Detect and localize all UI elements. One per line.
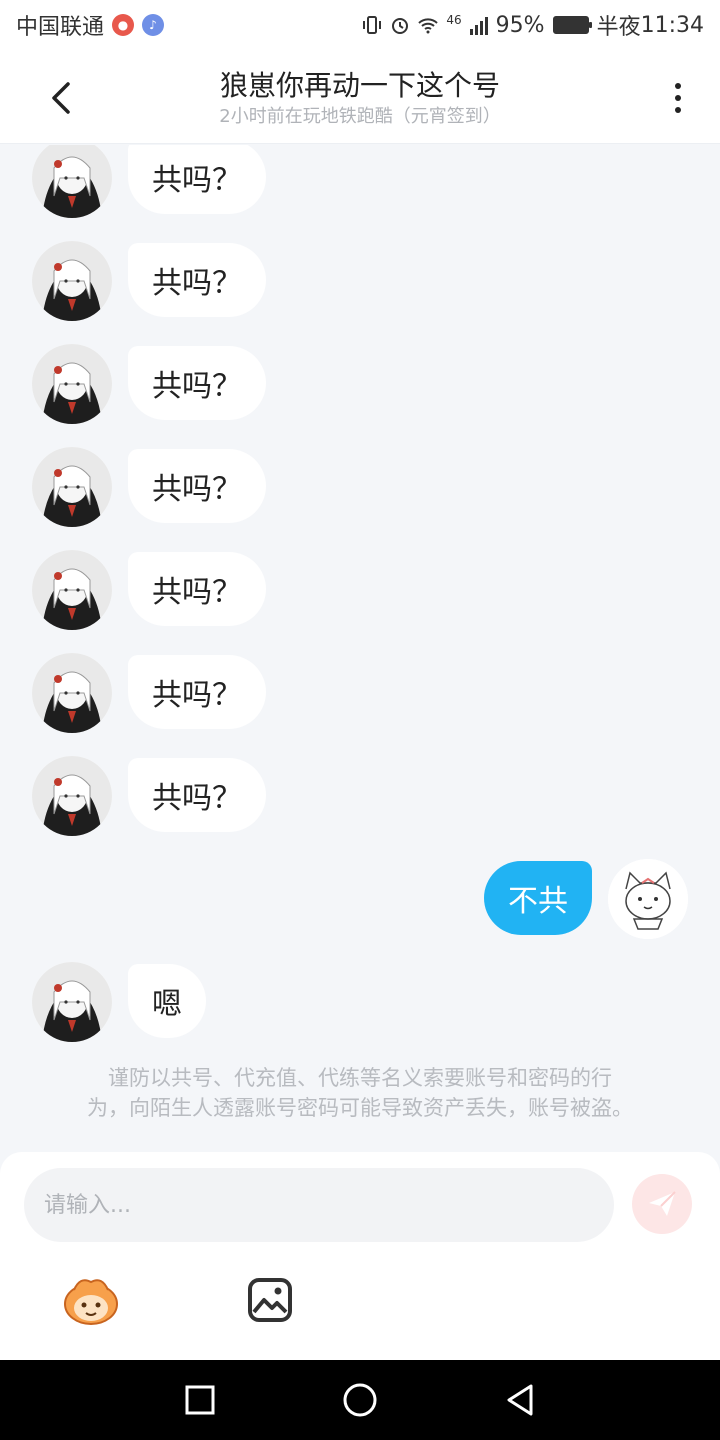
app-notification-icon: ● bbox=[112, 14, 135, 36]
message-row: 共吗？ bbox=[32, 447, 688, 527]
status-bar: 中国联通 ● ♪ 46 95% 半夜 11:34 bbox=[0, 0, 720, 50]
triangle-back-icon bbox=[507, 1384, 533, 1416]
received-message-bubble[interactable]: 共吗？ bbox=[128, 655, 266, 729]
security-notice-line1: 谨防以共号、代充值、代练等名义索要账号和密码的行 bbox=[108, 1066, 612, 1090]
received-message-bubble[interactable]: 共吗？ bbox=[128, 449, 266, 523]
status-right: 46 95% 半夜 11:34 bbox=[362, 9, 704, 41]
time-label: 11:34 bbox=[640, 12, 704, 38]
message-row: 共吗？ bbox=[32, 145, 688, 218]
contact-avatar[interactable] bbox=[32, 653, 112, 733]
message-row: 不共 bbox=[32, 859, 688, 939]
time-period-label: 半夜 bbox=[596, 15, 641, 40]
contact-avatar[interactable] bbox=[32, 344, 112, 424]
chat-header: 狼崽你再动一下这个号 2小时前在玩地铁跑酷（元宵签到） bbox=[0, 50, 720, 144]
message-row: 共吗？ bbox=[32, 756, 688, 836]
message-list[interactable]: 共吗？ 共吗？ 共吗？ 共吗？ 共吗？ 共吗？ 共吗？ 不共嗯 谨防以共号、代充值、代练等名义… bbox=[0, 145, 720, 1155]
input-panel bbox=[0, 1152, 720, 1360]
more-options-button[interactable] bbox=[658, 74, 698, 122]
message-input[interactable] bbox=[24, 1168, 614, 1242]
more-vertical-icon bbox=[675, 83, 681, 89]
emoji-face-icon bbox=[64, 1279, 118, 1325]
contact-avatar[interactable] bbox=[32, 241, 112, 321]
recent-apps-button[interactable] bbox=[178, 1378, 222, 1422]
contact-avatar[interactable] bbox=[32, 962, 112, 1042]
received-message-bubble[interactable]: 共吗？ bbox=[128, 346, 266, 420]
status-left: 中国联通 ● ♪ bbox=[16, 9, 165, 41]
received-message-bubble[interactable]: 共吗？ bbox=[128, 552, 266, 626]
nav-back-button[interactable] bbox=[498, 1378, 542, 1422]
paper-plane-icon bbox=[649, 1191, 676, 1216]
contact-avatar[interactable] bbox=[32, 145, 112, 218]
image-button[interactable] bbox=[246, 1276, 294, 1324]
contact-avatar[interactable] bbox=[32, 447, 112, 527]
chat-title: 狼崽你再动一下这个号 bbox=[219, 69, 500, 102]
contact-avatar[interactable] bbox=[32, 756, 112, 836]
received-message-bubble[interactable]: 共吗？ bbox=[128, 758, 266, 832]
network-type-label: 46 bbox=[446, 13, 462, 27]
emoji-button[interactable] bbox=[60, 1272, 122, 1328]
music-notification-icon: ♪ bbox=[142, 14, 165, 36]
carrier-label: 中国联通 bbox=[16, 15, 105, 40]
battery-icon bbox=[552, 16, 592, 34]
home-button[interactable] bbox=[338, 1378, 382, 1422]
chat-subtitle: 2小时前在玩地铁跑酷（元宵签到） bbox=[219, 106, 501, 127]
contact-avatar[interactable] bbox=[32, 550, 112, 630]
alarm-icon bbox=[392, 18, 409, 34]
circle-icon bbox=[343, 1383, 377, 1417]
message-row: 嗯 bbox=[32, 962, 688, 1042]
message-row: 共吗？ bbox=[32, 344, 688, 424]
image-icon bbox=[248, 1278, 292, 1322]
received-message-bubble[interactable]: 共吗？ bbox=[128, 243, 266, 317]
received-message-bubble[interactable]: 嗯 bbox=[128, 964, 206, 1038]
send-button[interactable] bbox=[632, 1174, 692, 1234]
sent-message-bubble[interactable]: 不共 bbox=[484, 861, 592, 935]
message-row: 共吗？ bbox=[32, 241, 688, 321]
signal-icon bbox=[469, 15, 488, 35]
security-notice: 谨防以共号、代充值、代练等名义索要账号和密码的行 为，向陌生人透露账号密码可能导… bbox=[40, 1063, 680, 1123]
message-row: 共吗？ bbox=[32, 653, 688, 733]
square-icon bbox=[185, 1385, 215, 1415]
system-nav-bar bbox=[0, 1360, 720, 1440]
message-row: 共吗？ bbox=[32, 550, 688, 630]
wifi-icon bbox=[418, 18, 439, 34]
received-message-bubble[interactable]: 共吗？ bbox=[128, 145, 266, 214]
battery-label: 95% bbox=[495, 12, 545, 38]
vibrate-icon bbox=[363, 16, 382, 34]
my-avatar[interactable] bbox=[608, 859, 688, 939]
security-notice-line2: 为，向陌生人透露账号密码可能导致资产丢失，账号被盗。 bbox=[87, 1096, 633, 1120]
